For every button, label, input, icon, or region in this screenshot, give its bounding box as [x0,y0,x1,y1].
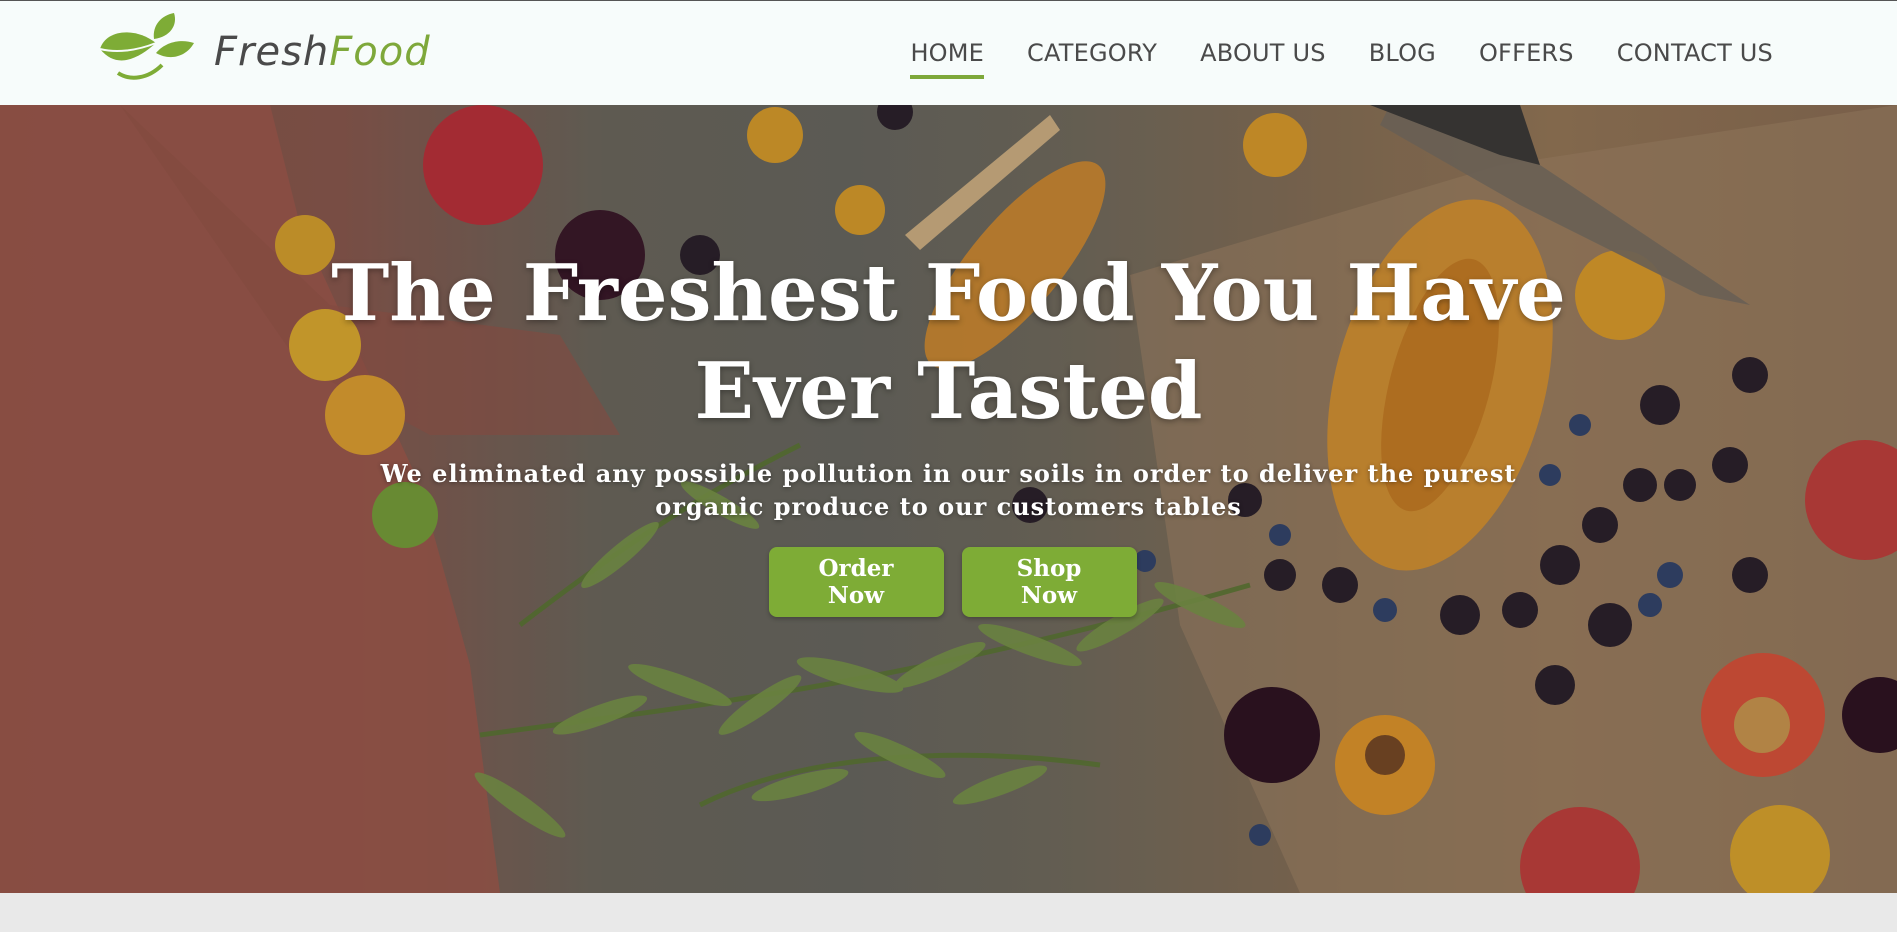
brand-name-fresh: Fresh [214,29,330,75]
nav-home[interactable]: HOME [910,39,984,79]
logo[interactable]: FreshFood [96,9,430,89]
nav-offers[interactable]: OFFERS [1479,39,1574,73]
order-now-button[interactable]: Order Now [768,547,944,617]
site-header: FreshFood HOME CATEGORY ABOUT US BLOG OF… [0,0,1897,105]
nav-category[interactable]: CATEGORY [1027,39,1157,73]
brand-name: FreshFood [214,29,431,75]
leaf-icon [99,13,194,80]
main-nav: HOME CATEGORY ABOUT US BLOG OFFERS CONTA… [867,39,1773,79]
hero-title: The Freshest Food You Have Ever Tasted [331,248,1566,437]
hero-buttons: Order Now Shop Now [0,547,1897,617]
hero-subtitle: We eliminated any possible pollution in … [380,459,1517,521]
nav-contact-us[interactable]: CONTACT US [1617,39,1773,73]
nav-blog[interactable]: BLOG [1369,39,1436,73]
hero-section: The Freshest Food You Have Ever Tasted W… [0,105,1897,893]
next-section-strip [0,893,1897,932]
brand-name-food: Food [329,29,431,75]
nav-about-us[interactable]: ABOUT US [1200,39,1326,73]
shop-now-button[interactable]: Shop Now [961,547,1137,617]
